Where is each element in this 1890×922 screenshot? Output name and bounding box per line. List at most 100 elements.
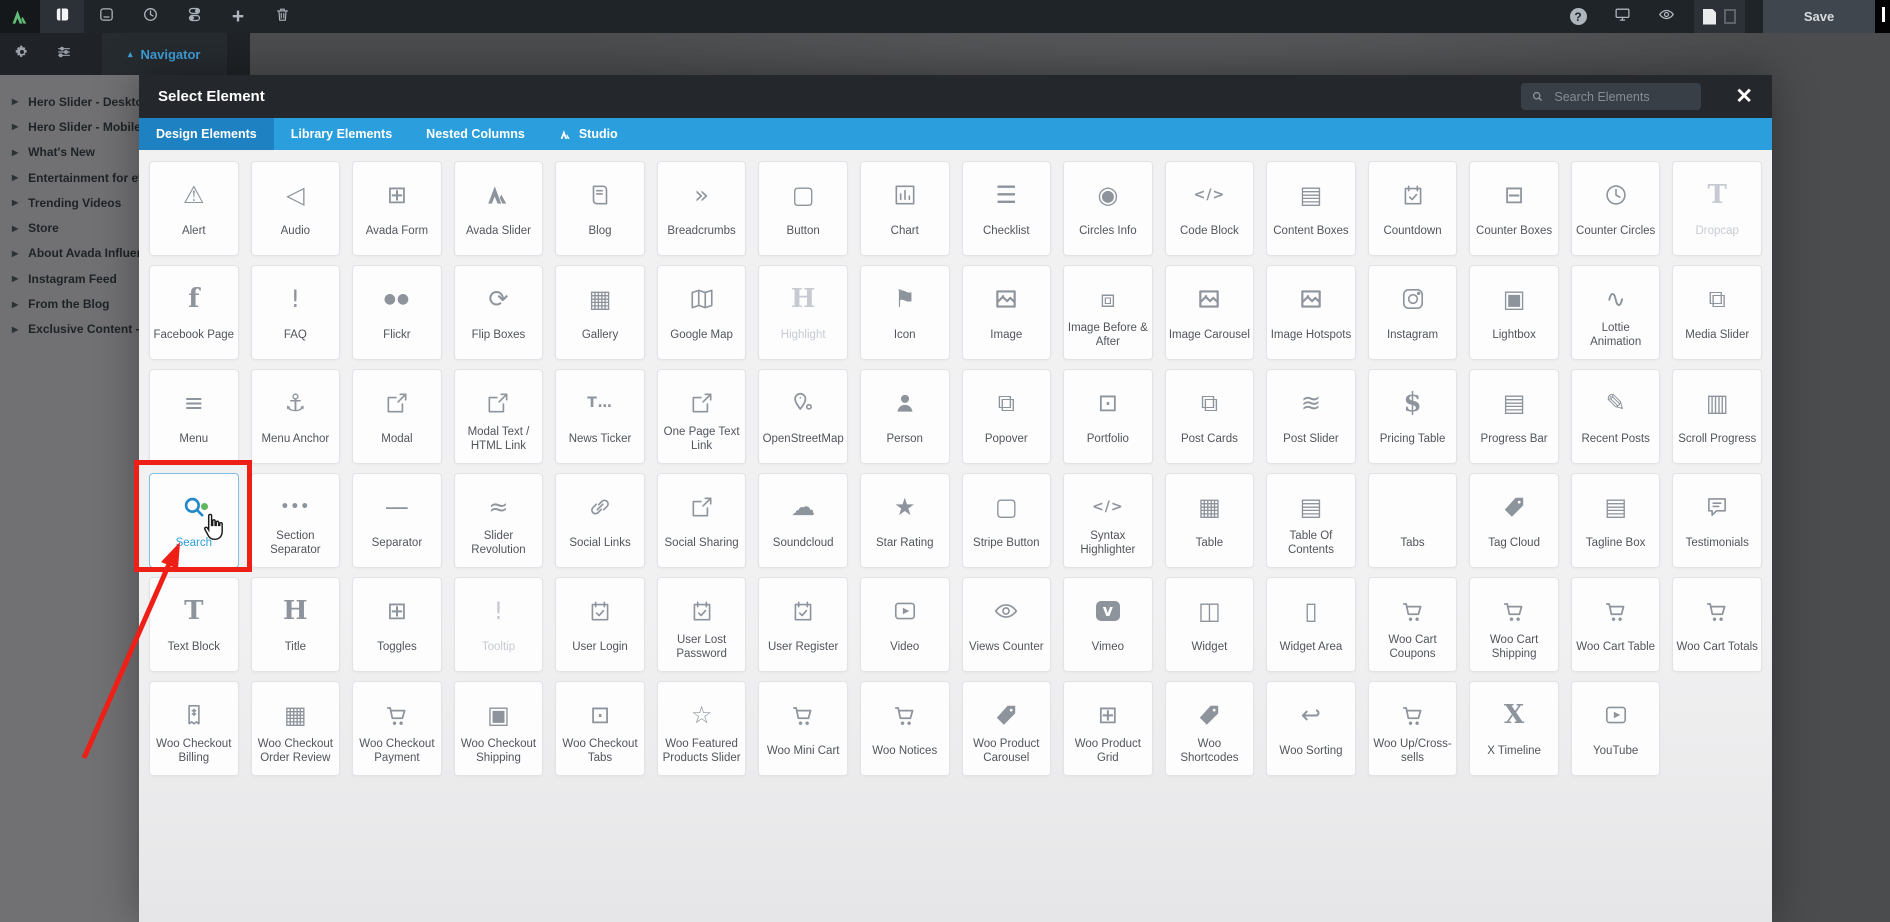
element-tile-breadcrumbs[interactable]: »Breadcrumbs <box>657 161 747 256</box>
element-tile-code-block[interactable]: </>Code Block <box>1165 161 1255 256</box>
element-tile-vimeo[interactable]: vVimeo <box>1063 577 1153 672</box>
close-icon[interactable]: ✕ <box>1735 86 1753 107</box>
tab-library-elements[interactable]: Library Elements <box>274 118 409 150</box>
element-tile-woo-product-grid[interactable]: ⊞Woo Product Grid <box>1063 681 1153 776</box>
element-tile-counter-circles[interactable]: Counter Circles <box>1571 161 1661 256</box>
element-tile-image-before-after[interactable]: ⧈Image Before & After <box>1063 265 1153 360</box>
element-tile-blog[interactable]: Blog <box>555 161 645 256</box>
element-tile-image-hotspots[interactable]: Image Hotspots <box>1266 265 1356 360</box>
element-tile-modal-text-html-link[interactable]: Modal Text / HTML Link <box>454 369 544 464</box>
page-template-toggle[interactable] <box>1694 0 1745 33</box>
tab-design-elements[interactable]: Design Elements <box>139 118 274 150</box>
element-tile-alert[interactable]: ⚠Alert <box>149 161 239 256</box>
element-tile-avada-slider[interactable]: Avada Slider <box>454 161 544 256</box>
element-tile-widget[interactable]: ◫Widget <box>1165 577 1255 672</box>
sliders-icon[interactable] <box>56 44 72 65</box>
element-tile-woo-checkout-tabs[interactable]: ⊡Woo Checkout Tabs <box>555 681 645 776</box>
avada-logo[interactable] <box>0 0 40 33</box>
responsive-preview-button[interactable] <box>1600 0 1644 33</box>
element-tile-google-map[interactable]: Google Map <box>657 265 747 360</box>
element-tile-instagram[interactable]: Instagram <box>1368 265 1458 360</box>
element-tile-woo-checkout-shipping[interactable]: ▣Woo Checkout Shipping <box>454 681 544 776</box>
element-tile-syntax-highlighter[interactable]: </>Syntax Highlighter <box>1063 473 1153 568</box>
element-tile-tag-cloud[interactable]: Tag Cloud <box>1469 473 1559 568</box>
tab-navigator[interactable]: ▴ Navigator <box>102 33 227 75</box>
search-elements-box[interactable] <box>1521 83 1701 110</box>
element-tile-woo-checkout-payment[interactable]: Woo Checkout Payment <box>352 681 442 776</box>
expand-caret-icon[interactable]: ▶ <box>12 122 18 131</box>
element-tile-flickr[interactable]: ●●Flickr <box>352 265 442 360</box>
element-tile-woo-checkout-billing[interactable]: Woo Checkout Billing <box>149 681 239 776</box>
element-tile-soundcloud[interactable]: ☁Soundcloud <box>758 473 848 568</box>
save-button[interactable]: Save <box>1763 0 1875 33</box>
element-tile-woo-cart-table[interactable]: Woo Cart Table <box>1571 577 1661 672</box>
trash-button[interactable] <box>260 0 304 33</box>
element-tile-scroll-progress[interactable]: ▥Scroll Progress <box>1672 369 1762 464</box>
tab-studio[interactable]: Studio <box>542 118 635 150</box>
element-tile-views-counter[interactable]: Views Counter <box>962 577 1052 672</box>
element-tile-tabs[interactable]: Tabs <box>1368 473 1458 568</box>
element-tile-person[interactable]: Person <box>860 369 950 464</box>
element-tile-section-separator[interactable]: •••Section Separator <box>251 473 341 568</box>
element-tile-recent-posts[interactable]: ✎Recent Posts <box>1571 369 1661 464</box>
element-tile-image[interactable]: Image <box>962 265 1052 360</box>
element-tile-video[interactable]: Video <box>860 577 950 672</box>
element-tile-checklist[interactable]: ☰Checklist <box>962 161 1052 256</box>
element-tile-stripe-button[interactable]: ▢Stripe Button <box>962 473 1052 568</box>
element-tile-audio[interactable]: ◁Audio <box>251 161 341 256</box>
element-tile-icon[interactable]: ⚑Icon <box>860 265 950 360</box>
element-tile-widget-area[interactable]: ▯Widget Area <box>1266 577 1356 672</box>
element-tile-image-carousel[interactable]: Image Carousel <box>1165 265 1255 360</box>
element-tile-table-of-contents[interactable]: ▤Table Of Contents <box>1266 473 1356 568</box>
element-tile-gallery[interactable]: ▦Gallery <box>555 265 645 360</box>
element-tile-woo-product-carousel[interactable]: Woo Product Carousel <box>962 681 1052 776</box>
preview-button[interactable] <box>1644 0 1688 33</box>
element-tile-menu[interactable]: ≡Menu <box>149 369 239 464</box>
element-tile-title[interactable]: HTitle <box>251 577 341 672</box>
element-tile-toggles[interactable]: ⊞Toggles <box>352 577 442 672</box>
tab-nested-columns[interactable]: Nested Columns <box>409 118 542 150</box>
history-button[interactable] <box>128 0 172 33</box>
element-tile-star-rating[interactable]: ★Star Rating <box>860 473 950 568</box>
add-element-button[interactable]: + <box>216 0 260 33</box>
element-tile-x-timeline[interactable]: XX Timeline <box>1469 681 1559 776</box>
element-tile-button[interactable]: ▢Button <box>758 161 848 256</box>
element-tile-flip-boxes[interactable]: ⟳Flip Boxes <box>454 265 544 360</box>
expand-caret-icon[interactable]: ▶ <box>12 148 18 157</box>
element-tile-table[interactable]: ▦Table <box>1165 473 1255 568</box>
expand-caret-icon[interactable]: ▶ <box>12 325 18 334</box>
element-tile-woo-sorting[interactable]: ↩Woo Sorting <box>1266 681 1356 776</box>
element-tile-menu-anchor[interactable]: ⚓Menu Anchor <box>251 369 341 464</box>
expand-caret-icon[interactable]: ▶ <box>12 173 18 182</box>
element-tile-circles-info[interactable]: ◉Circles Info <box>1063 161 1153 256</box>
search-elements-input[interactable] <box>1552 89 1691 105</box>
element-tile-user-register[interactable]: User Register <box>758 577 848 672</box>
element-tile-modal[interactable]: Modal <box>352 369 442 464</box>
element-tile-woo-cart-coupons[interactable]: Woo Cart Coupons <box>1368 577 1458 672</box>
element-tile-woo-cart-totals[interactable]: Woo Cart Totals <box>1672 577 1762 672</box>
element-tile-slider-revolution[interactable]: ≈Slider Revolution <box>454 473 544 568</box>
element-tile-user-lost-password[interactable]: User Lost Password <box>657 577 747 672</box>
element-tile-post-cards[interactable]: ⧉Post Cards <box>1165 369 1255 464</box>
element-tile-testimonials[interactable]: Testimonials <box>1672 473 1762 568</box>
element-tile-facebook-page[interactable]: fFacebook Page <box>149 265 239 360</box>
element-tile-portfolio[interactable]: ⊡Portfolio <box>1063 369 1153 464</box>
element-tile-separator[interactable]: —Separator <box>352 473 442 568</box>
expand-caret-icon[interactable]: ▶ <box>12 249 18 258</box>
element-tile-woo-shortcodes[interactable]: Woo Shortcodes <box>1165 681 1255 776</box>
element-tile-countdown[interactable]: Countdown <box>1368 161 1458 256</box>
element-tile-popover[interactable]: ⧉Popover <box>962 369 1052 464</box>
containers-button[interactable] <box>172 0 216 33</box>
element-tile-media-slider[interactable]: ⧉Media Slider <box>1672 265 1762 360</box>
element-tile-lightbox[interactable]: ▣Lightbox <box>1469 265 1559 360</box>
expand-caret-icon[interactable]: ▶ <box>12 198 18 207</box>
element-tile-faq[interactable]: !FAQ <box>251 265 341 360</box>
element-tile-woo-checkout-order-review[interactable]: ▦Woo Checkout Order Review <box>251 681 341 776</box>
expand-caret-icon[interactable]: ▶ <box>12 274 18 283</box>
expand-caret-icon[interactable]: ▶ <box>12 300 18 309</box>
expand-caret-icon[interactable]: ▶ <box>12 97 18 106</box>
element-tile-progress-bar[interactable]: ▤Progress Bar <box>1469 369 1559 464</box>
element-tile-avada-form[interactable]: ⊞Avada Form <box>352 161 442 256</box>
element-tile-woo-mini-cart[interactable]: Woo Mini Cart <box>758 681 848 776</box>
element-tile-text-block[interactable]: TText Block <box>149 577 239 672</box>
